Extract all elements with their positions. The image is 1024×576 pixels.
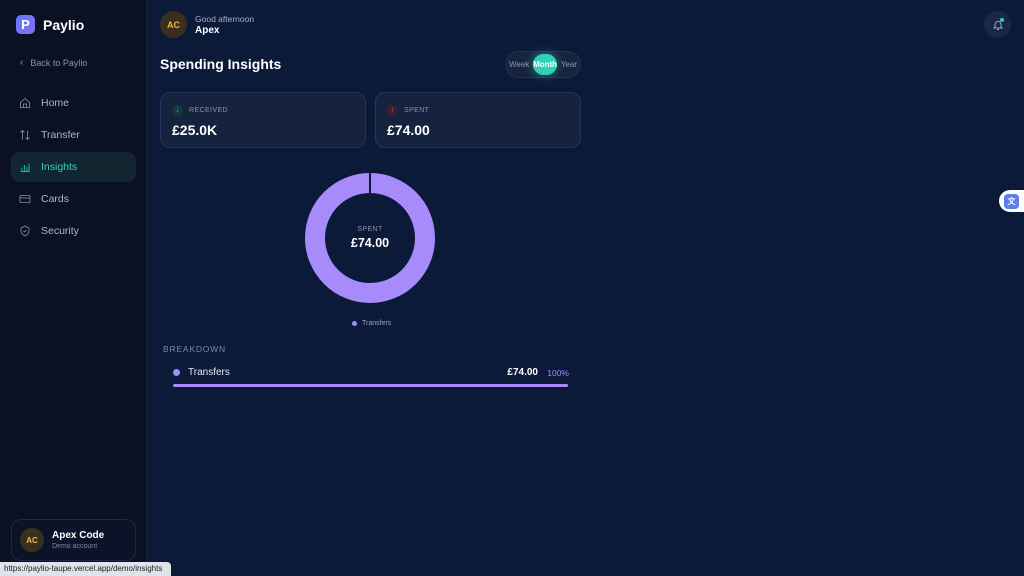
donut-center: SPENT £74.00 (304, 172, 436, 304)
chevron-left-icon: ‹ (20, 57, 24, 68)
legend-swatch (352, 321, 357, 326)
category-label: Transfers (188, 367, 230, 378)
notification-dot (1000, 18, 1004, 22)
header-greeting: AC Good afternoon Apex (160, 11, 254, 38)
header-avatar[interactable]: AC (160, 11, 187, 38)
avatar: AC (20, 528, 44, 552)
sidebar-item-insights[interactable]: Insights (11, 152, 136, 182)
sidebar-item-cards[interactable]: Cards (11, 184, 136, 214)
arrow-up-icon: ↑ (387, 105, 398, 116)
back-to-paylio-link[interactable]: ‹ Back to Paylio (20, 57, 87, 68)
received-card: ↓ RECEIVED £25.0K (160, 92, 366, 148)
user-subtitle: Demo account (52, 543, 98, 550)
spent-label: SPENT (404, 107, 430, 114)
sidebar-item-security[interactable]: Security (11, 216, 136, 246)
donut-center-value: £74.00 (350, 236, 390, 250)
home-icon (20, 97, 30, 108)
sidebar-item-label: Transfer (41, 129, 80, 141)
status-bar-url: https://paylio-taupe.vercel.app/demo/ins… (0, 562, 171, 576)
breakdown-title: BREAKDOWN (163, 344, 226, 354)
page-title: Spending Insights (160, 56, 282, 72)
greeting-text: Good afternoon (195, 13, 255, 24)
period-year[interactable]: Year (561, 60, 577, 69)
legend-label: Transfers (362, 320, 392, 327)
spent-card: ↑ SPENT £74.00 (375, 92, 581, 148)
chart-legend: Transfers (352, 320, 391, 327)
paylio-logo-icon: P (16, 15, 35, 34)
shield-icon (20, 225, 30, 237)
sidebar-item-label: Security (41, 225, 79, 237)
header-user-name: Apex (195, 24, 220, 36)
sidebar-item-label: Home (41, 97, 70, 109)
category-progress-track (173, 384, 568, 387)
sidebar: P Paylio ‹ Back to Paylio Home Transfer … (0, 0, 147, 576)
category-amount: £74.00 (507, 367, 538, 378)
sidebar-nav: Home Transfer Insights Cards Security (11, 88, 136, 248)
insights-icon (20, 163, 30, 172)
translate-icon: 文 (1004, 193, 1019, 209)
sidebar-item-label: Cards (41, 193, 70, 205)
brand-name: Paylio (43, 16, 85, 33)
received-label: RECEIVED (189, 107, 228, 114)
user-card[interactable]: AC Apex Code Demo account (11, 519, 136, 561)
category-percent: 100% (547, 368, 569, 378)
category-progress-fill (173, 384, 568, 387)
translate-widget[interactable]: 文 (999, 190, 1024, 212)
sidebar-item-transfer[interactable]: Transfer (11, 120, 136, 150)
brand[interactable]: P Paylio (16, 15, 84, 34)
arrow-down-icon: ↓ (172, 105, 183, 116)
period-toggle: Week Month Year (505, 51, 581, 78)
category-dot (173, 369, 180, 376)
spent-value: £74.00 (387, 122, 430, 138)
sidebar-item-label: Insights (41, 161, 78, 173)
transfer-icon (20, 129, 30, 141)
sidebar-item-home[interactable]: Home (11, 88, 136, 118)
notifications-button[interactable] (984, 11, 1011, 38)
breakdown-row[interactable]: Transfers £74.00 100% (173, 366, 569, 380)
period-month[interactable]: Month (533, 54, 558, 75)
donut-center-label: SPENT (357, 226, 383, 233)
back-link-label: Back to Paylio (30, 57, 88, 68)
received-value: £25.0K (172, 122, 218, 138)
period-week[interactable]: Week (509, 60, 529, 69)
card-icon (19, 195, 31, 203)
user-name: Apex Code (52, 530, 105, 541)
